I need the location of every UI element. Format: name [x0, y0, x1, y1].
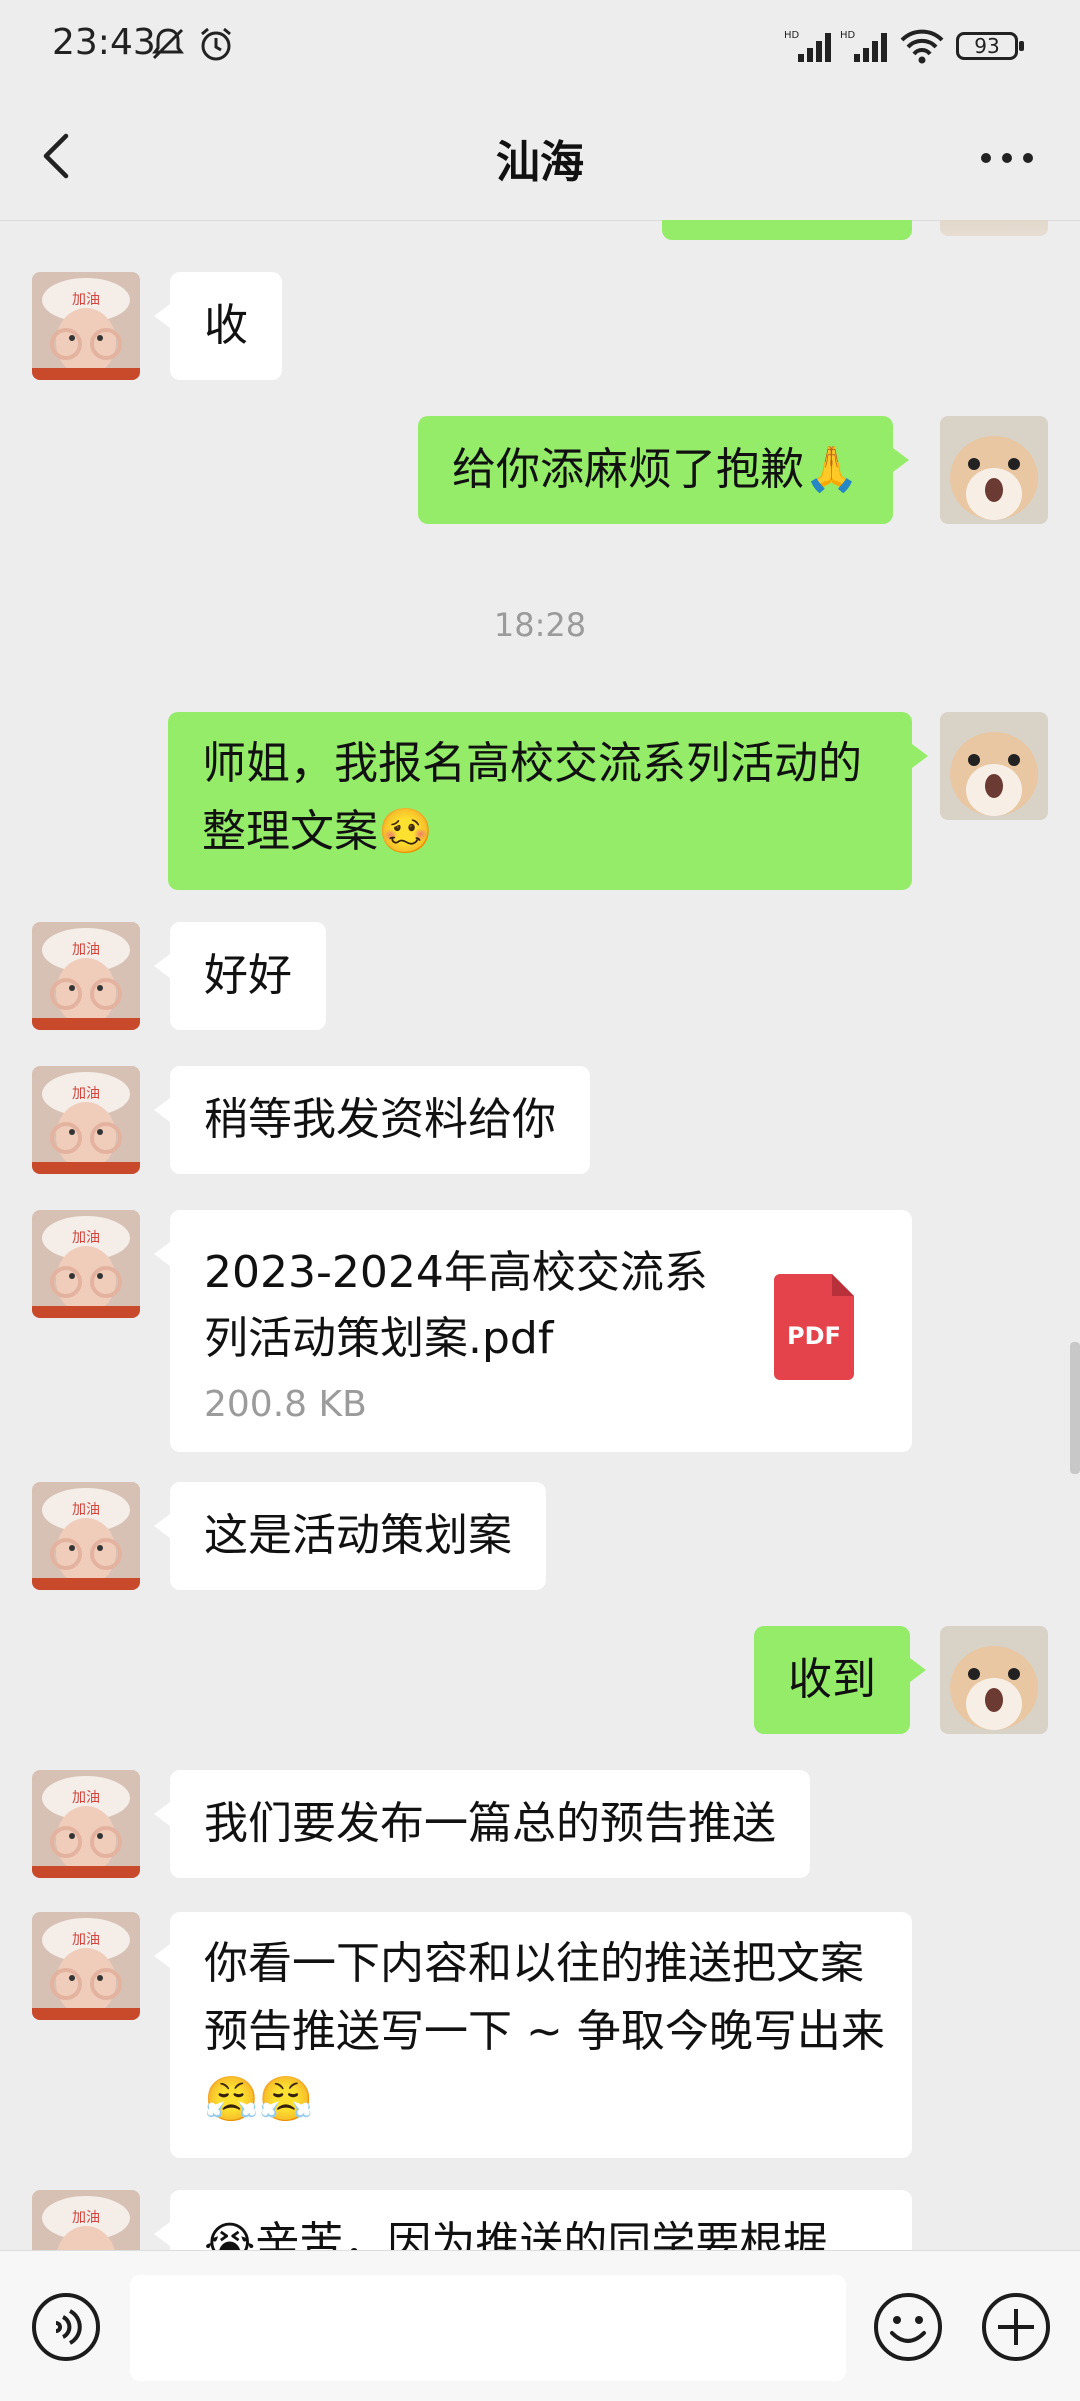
contact-avatar-image: 加油 [32, 1482, 140, 1590]
chat-header: 汕海 [0, 92, 1080, 221]
contact-avatar[interactable]: 加油 [32, 922, 140, 1030]
contact-avatar[interactable]: 加油 [32, 272, 140, 380]
svg-text:加油: 加油 [72, 1086, 100, 1102]
contact-avatar-image: 加油 [32, 1066, 140, 1174]
wifi-icon [900, 29, 944, 64]
message-bubble[interactable]: 我们要发布一篇总的预告推送 [154, 1770, 810, 1878]
message-bubble[interactable]: 你看一下内容和以往的推送把文案 预告推送写一下 ~ 争取今晚写出来 😤😤 [154, 1912, 912, 2158]
contact-avatar[interactable]: 加油 [32, 2190, 140, 2250]
svg-text:加油: 加油 [72, 292, 100, 308]
hamster-avatar-image [940, 712, 1048, 820]
message-bubble[interactable]: 收 [154, 272, 282, 380]
message-line: 整理文案🥴 [202, 806, 433, 857]
status-time: 23:43 [52, 22, 156, 63]
plus-icon[interactable] [980, 2291, 1052, 2363]
svg-text:HD: HD [840, 30, 856, 41]
self-avatar[interactable] [940, 712, 1048, 820]
partial-outgoing-bubble [662, 220, 912, 240]
self-avatar[interactable] [940, 1626, 1048, 1734]
alarm-icon [201, 27, 231, 61]
contact-avatar[interactable]: 加油 [32, 1066, 140, 1174]
contact-avatar[interactable]: 加油 [32, 1482, 140, 1590]
chat-title: 汕海 [496, 137, 584, 188]
self-avatar[interactable] [940, 220, 1048, 236]
message-bubble[interactable]: 😭辛苦，因为推送的同学要根据 [154, 2190, 912, 2250]
mute-bell-icon [152, 28, 184, 60]
voice-input-icon[interactable] [30, 2291, 102, 2363]
contact-avatar-image: 加油 [32, 272, 140, 380]
input-bar [0, 2250, 1080, 2401]
message-bubble[interactable]: 这是活动策划案 [154, 1482, 546, 1590]
status-bar: 23:43 HD HD 93 [0, 0, 1080, 92]
contact-avatar[interactable]: 加油 [32, 1912, 140, 2020]
contact-avatar-image: 加油 [32, 1210, 140, 1318]
svg-text:加油: 加油 [72, 942, 100, 958]
message-bubble[interactable]: 稍等我发资料给你 [154, 1066, 590, 1174]
message-bubble[interactable]: 好好 [154, 922, 326, 1030]
more-options-icon[interactable] [972, 128, 1042, 188]
message-line: 师姐，我报名高校交流系列活动的 [202, 738, 862, 789]
pdf-file-icon: PDF [774, 1274, 854, 1380]
file-message-card[interactable]: 2023-2024年高校交流系列活动策划案.pdf 200.8 KB PDF [154, 1210, 912, 1452]
emoji-icon[interactable] [872, 2291, 944, 2363]
signal-icon-2: HD [840, 30, 887, 62]
svg-text:加油: 加油 [72, 1230, 100, 1246]
message-input[interactable] [130, 2275, 846, 2381]
contact-avatar-image: 加油 [32, 1770, 140, 1878]
svg-text:加油: 加油 [72, 2210, 100, 2226]
scrollbar-thumb[interactable] [1070, 1342, 1080, 1474]
contact-avatar-image: 加油 [32, 1912, 140, 2020]
file-size: 200.8 KB [204, 1384, 367, 1425]
contact-avatar-image: 加油 [32, 2190, 140, 2250]
message-bubble-outgoing[interactable]: 师姐，我报名高校交流系列活动的 整理文案🥴 [168, 712, 928, 890]
contact-avatar-image: 加油 [32, 922, 140, 1030]
contact-avatar[interactable]: 加油 [32, 1770, 140, 1878]
svg-text:加油: 加油 [72, 1932, 100, 1948]
message-line: 😤😤 [204, 2074, 314, 2125]
hamster-avatar-image [940, 416, 1048, 524]
message-timestamp: 18:28 [493, 606, 587, 644]
signal-icon-1: HD [784, 30, 831, 62]
message-line: 你看一下内容和以往的推送把文案 [204, 1938, 864, 1989]
svg-text:加油: 加油 [72, 1502, 100, 1518]
file-name: 2023-2024年高校交流系列活动策划案.pdf [204, 1247, 708, 1364]
hamster-avatar-image [940, 1626, 1048, 1734]
message-bubble-outgoing[interactable]: 给你添麻烦了抱歉🙏 [418, 416, 909, 524]
svg-text:加油: 加油 [72, 1790, 100, 1806]
message-line: 预告推送写一下 ~ 争取今晚写出来 [204, 2006, 885, 2057]
svg-text:HD: HD [784, 30, 800, 41]
message-list[interactable]: 加油 收 给你添麻烦了抱歉🙏 18:28 师姐，我报名高校交流系列活动的 整理文… [0, 220, 1080, 2250]
message-bubble-outgoing[interactable]: 收到 [754, 1626, 926, 1734]
svg-text:PDF: PDF [787, 1322, 841, 1350]
self-avatar[interactable] [940, 416, 1048, 524]
battery-indicator: 93 [956, 32, 1024, 60]
contact-avatar[interactable]: 加油 [32, 1210, 140, 1318]
